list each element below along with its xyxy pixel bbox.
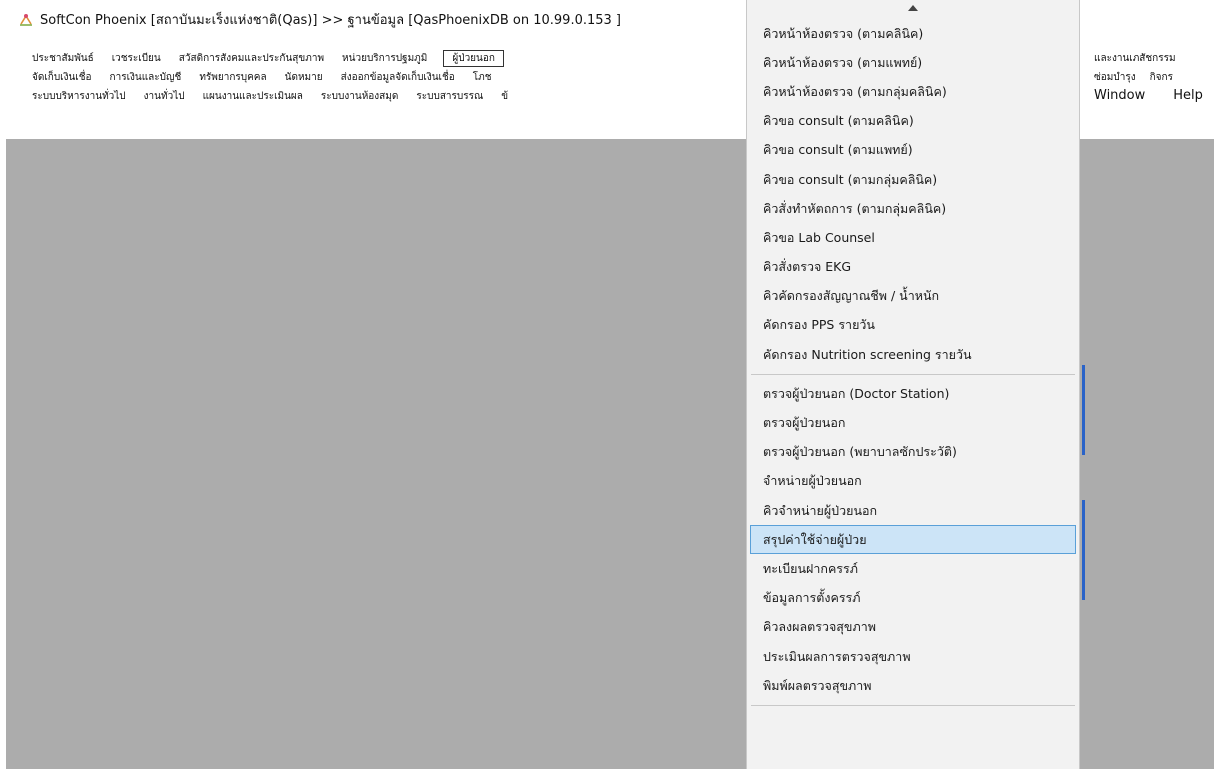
- scroll-up-button[interactable]: [747, 0, 1079, 19]
- menubar-row-2: จัดเก็บเงินเชื่อ การเงินและบัญชี ทรัพยาก…: [30, 67, 508, 87]
- menu-general-work[interactable]: งานทั่วไป: [142, 88, 187, 105]
- menu-item-consult-by-clinic-group[interactable]: คิวขอ consult (ตามกลุ่มคลินิค): [750, 165, 1076, 194]
- menu-library[interactable]: ระบบงานห้องสมุด: [319, 88, 400, 105]
- menu-welfare-insurance[interactable]: สวัสดิการสังคมและประกันสุขภาพ: [177, 50, 326, 67]
- menu-item-pps-screening[interactable]: คัดกรอง PPS รายวัน: [750, 311, 1076, 340]
- menu-maintenance[interactable]: ซ่อมบำรุง: [1094, 70, 1136, 85]
- menu-item-lab-counsel-queue[interactable]: คิวขอ Lab Counsel: [750, 223, 1076, 252]
- menu-help[interactable]: Help: [1173, 88, 1203, 103]
- menubar-right-row-1: และงานเภสัชกรรม: [1094, 48, 1190, 68]
- menu-item-discharge-outpatient[interactable]: จำหน่ายผู้ป่วยนอก: [750, 467, 1076, 496]
- menu-item-nurse-history[interactable]: ตรวจผู้ป่วยนอก (พยาบาลซักประวัติ): [750, 438, 1076, 467]
- menu-item-procedure-queue[interactable]: คิวสั่งทำหัตถการ (ตามกลุ่มคลินิค): [750, 194, 1076, 223]
- menu-item-ekg-queue[interactable]: คิวสั่งตรวจ EKG: [750, 253, 1076, 282]
- menu-human-resources[interactable]: ทรัพยากรบุคคล: [197, 69, 268, 86]
- menu-public-relations[interactable]: ประชาสัมพันธ์: [30, 50, 96, 67]
- background-window-edge: [1082, 500, 1085, 600]
- background-window-edge: [1082, 365, 1085, 455]
- menu-nutrition[interactable]: โภช: [471, 69, 494, 86]
- menu-item-antenatal-registry[interactable]: ทะเบียนฝากครรภ์: [750, 554, 1076, 583]
- menu-activities[interactable]: กิจกร: [1150, 70, 1173, 85]
- menu-window[interactable]: Window: [1094, 88, 1145, 103]
- menu-item-queue-by-clinic-group[interactable]: คิวหน้าห้องตรวจ (ตามกลุ่มคลินิค): [750, 77, 1076, 106]
- menu-item-nutrition-screening[interactable]: คัดกรอง Nutrition screening รายวัน: [750, 340, 1076, 369]
- menubar-row-3: ระบบบริหารงานทั่วไป งานทั่วไป แผนงานและป…: [30, 86, 524, 106]
- menu-item-outpatient-exam[interactable]: ตรวจผู้ป่วยนอก: [750, 408, 1076, 437]
- menu-item-consult-by-clinic[interactable]: คิวขอ consult (ตามคลินิค): [750, 107, 1076, 136]
- menu-separator: [751, 705, 1075, 707]
- menu-primary-care[interactable]: หน่วยบริการปฐมภูมิ: [340, 50, 429, 67]
- menu-item-health-evaluation[interactable]: ประเมินผลการตรวจสุขภาพ: [750, 642, 1076, 671]
- menu-item-patient-expense-summary[interactable]: สรุปค่าใช้จ่ายผู้ป่วย: [750, 525, 1076, 555]
- menu-item-print-health-result[interactable]: พิมพ์ผลตรวจสุขภาพ: [750, 671, 1076, 700]
- menu-planning-evaluation[interactable]: แผนงานและประเมินผล: [201, 88, 305, 105]
- menubar-right-row-3: Window Help: [1094, 84, 1214, 106]
- menu-credit-collection[interactable]: จัดเก็บเงินเชื่อ: [30, 69, 94, 86]
- menu-pharmacy[interactable]: และงานเภสัชกรรม: [1094, 51, 1176, 66]
- menu-export-credit-data[interactable]: ส่งออกข้อมูลจัดเก็บเงินเชื่อ: [339, 69, 457, 86]
- app-logo-icon: [19, 12, 33, 26]
- menu-item-pregnancy-data[interactable]: ข้อมูลการตั้งครรภ์: [750, 584, 1076, 613]
- menu-item-discharge-queue[interactable]: คิวจำหน่ายผู้ป่วยนอก: [750, 496, 1076, 525]
- menu-outpatient[interactable]: ผู้ป่วยนอก: [443, 49, 504, 67]
- menu-item-health-result-queue[interactable]: คิวลงผลตรวจสุขภาพ: [750, 613, 1076, 642]
- menu-medical-records[interactable]: เวชระเบียน: [110, 50, 163, 67]
- menu-appointments[interactable]: นัดหมาย: [283, 69, 325, 86]
- menu-separator: [751, 374, 1075, 376]
- menu-item-queue-by-doctor[interactable]: คิวหน้าห้องตรวจ (ตามแพทย์): [750, 48, 1076, 77]
- menu-truncated[interactable]: ข้: [499, 88, 510, 105]
- menu-finance-accounting[interactable]: การเงินและบัญชี: [108, 69, 184, 86]
- menu-item-consult-by-doctor[interactable]: คิวขอ consult (ตามแพทย์): [750, 136, 1076, 165]
- outpatient-dropdown-menu: คิวหน้าห้องตรวจ (ตามคลินิค) คิวหน้าห้องต…: [746, 0, 1080, 769]
- menu-correspondence[interactable]: ระบบสารบรรณ: [414, 88, 485, 105]
- menu-item-vital-signs-screening[interactable]: คิวคัดกรองสัญญาณชีพ / น้ำหนัก: [750, 282, 1076, 311]
- menubar-row-1: ประชาสัมพันธ์ เวชระเบียน สวัสดิการสังคมแ…: [30, 48, 518, 68]
- menu-item-queue-by-clinic[interactable]: คิวหน้าห้องตรวจ (ตามคลินิค): [750, 19, 1076, 48]
- scroll-up-arrow-icon: [908, 5, 918, 11]
- window-title: SoftCon Phoenix [สถาบันมะเร็งแห่งชาติ(Qa…: [40, 12, 621, 28]
- menu-item-doctor-station[interactable]: ตรวจผู้ป่วยนอก (Doctor Station): [750, 379, 1076, 408]
- menu-general-admin[interactable]: ระบบบริหารงานทั่วไป: [30, 88, 128, 105]
